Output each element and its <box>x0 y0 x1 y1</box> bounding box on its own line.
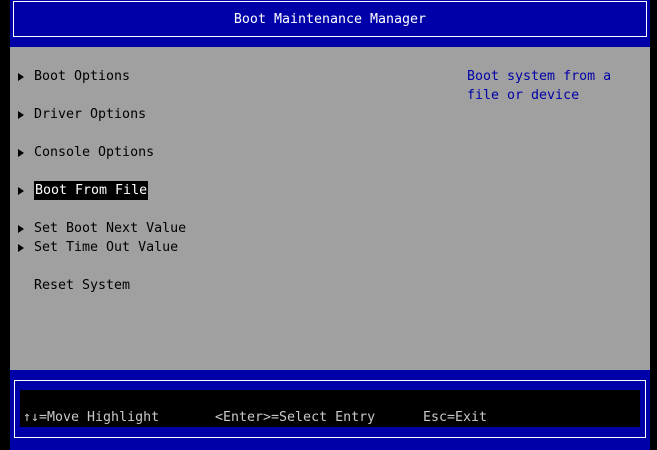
submenu-arrow-icon <box>18 224 24 233</box>
menu-item-label: Reset System <box>34 278 131 293</box>
menu-item-boot-from-file[interactable]: Boot From File <box>18 181 149 200</box>
submenu-arrow-icon <box>18 243 24 252</box>
menu-item-reset-system[interactable]: Reset System <box>18 276 130 295</box>
hint-select-entry: <Enter>=Select Entry <box>215 410 376 425</box>
menu-item-label: Boot Options <box>34 69 131 84</box>
key-hints: ↑↓=Move Highlight <Enter>=Select Entry E… <box>20 390 640 427</box>
submenu-arrow-icon <box>18 148 24 157</box>
menu-item-label: Set Time Out Value <box>34 240 179 255</box>
menu-item-label: Set Boot Next Value <box>34 221 187 236</box>
header-bar: Boot Maintenance Manager <box>10 0 650 47</box>
menu-item-console-options[interactable]: Console Options <box>18 143 154 162</box>
menu-item-set-boot-next-value[interactable]: Set Boot Next Value <box>18 219 186 238</box>
menu-item-set-time-out-value[interactable]: Set Time Out Value <box>18 238 178 257</box>
submenu-arrow-icon <box>18 72 24 81</box>
footer-bar: ↑↓=Move Highlight <Enter>=Select Entry E… <box>10 370 650 450</box>
title-box: Boot Maintenance Manager <box>13 1 647 37</box>
page-title: Boot Maintenance Manager <box>233 11 427 27</box>
menu-item-driver-options[interactable]: Driver Options <box>18 105 146 124</box>
menu-panel: Boot Options Driver Options Console Opti… <box>10 47 650 370</box>
menu-item-boot-options[interactable]: Boot Options <box>18 67 130 86</box>
menu-item-label: Console Options <box>34 145 155 160</box>
hint-exit: Esc=Exit <box>423 410 488 425</box>
submenu-arrow-icon <box>18 110 24 119</box>
help-text: Boot system from a file or device <box>467 69 612 103</box>
footer-box: ↑↓=Move Highlight <Enter>=Select Entry E… <box>14 380 646 438</box>
hint-move-highlight: ↑↓=Move Highlight <box>23 410 160 425</box>
submenu-arrow-icon <box>18 186 24 195</box>
menu-item-label-selected: Boot From File <box>34 181 149 200</box>
menu-item-label: Driver Options <box>34 107 147 122</box>
